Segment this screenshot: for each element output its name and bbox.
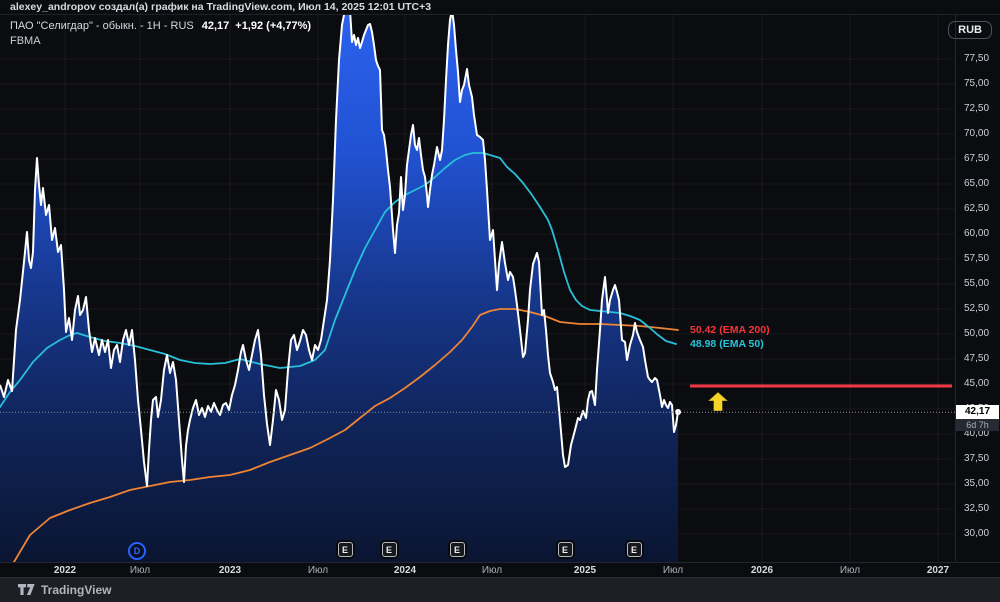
time-tick-month: Июл [307, 565, 329, 576]
price-axis[interactable]: 77,50 75,00 72,50 70,00 67,50 65,00 62,50 60,00… [955, 15, 1000, 562]
bar-countdown-label: 6d 7h [956, 419, 999, 432]
tradingview-chart-page: alexey_andropov создал(а) график на Trad… [0, 0, 1000, 602]
indicator-label[interactable]: FBMA [10, 35, 311, 47]
price-tick-label: 50,00 [964, 328, 990, 339]
earnings-marker[interactable]: E [381, 542, 397, 557]
currency-button[interactable]: RUB [948, 21, 992, 39]
price-tick-label: 37,50 [964, 453, 990, 464]
time-tick-year: 2023 [218, 565, 242, 576]
price-tick-label: 52,50 [964, 303, 990, 314]
price-tick-label: 70,00 [964, 128, 990, 139]
last-price-value: 42,17 [201, 20, 230, 32]
price-tick-label: 57,50 [964, 253, 990, 264]
time-tick-year: 2025 [573, 565, 597, 576]
price-tick-label: 62,50 [964, 203, 990, 214]
time-tick-year: 2024 [393, 565, 417, 576]
symbol-title[interactable]: ПАО "Селигдар" - обыкн. - 1H - RUS [10, 20, 194, 32]
legend: ПАО "Селигдар" - обыкн. - 1H - RUS 42,17 +… [10, 20, 311, 47]
time-tick-year: 2027 [926, 565, 950, 576]
price-tick-label: 67,50 [964, 153, 990, 164]
earnings-marker[interactable]: E [337, 542, 353, 557]
last-price-axis-label: 42,17 [956, 405, 999, 420]
price-tick-label: 32,50 [964, 503, 990, 514]
ema200-value-label: 50.42 (EMA 200) [690, 323, 770, 336]
price-tick-label: 30,00 [964, 528, 990, 539]
time-tick-month: Июл [129, 565, 151, 576]
arrow-up-drawing[interactable] [706, 391, 730, 412]
price-tick-label: 35,00 [964, 478, 990, 489]
time-axis[interactable]: 2022 Июл 2023 Июл 2024 Июл 2025 Июл 2026 Июл 2027 [0, 562, 1000, 578]
chart-canvas[interactable] [0, 0, 1000, 602]
time-tick-year: 2022 [53, 565, 77, 576]
area-fill [0, 15, 678, 562]
bottom-toolbar: TradingView [0, 577, 1000, 602]
tradingview-logo-icon[interactable] [18, 584, 35, 596]
time-tick-month: Июл [662, 565, 684, 576]
time-tick-month: Июл [481, 565, 503, 576]
time-tick-year: 2026 [750, 565, 774, 576]
ema50-value-label: 48.98 (EMA 50) [690, 338, 764, 351]
time-tick-month: Июл [839, 565, 861, 576]
price-tick-label: 60,00 [964, 228, 990, 239]
price-tick-label: 47,50 [964, 353, 990, 364]
earnings-marker[interactable]: E [557, 542, 573, 557]
event-markers-row: DEEEEE [0, 542, 1000, 560]
earnings-marker[interactable]: E [626, 542, 642, 557]
price-tick-label: 65,00 [964, 178, 990, 189]
dividend-marker[interactable]: D [128, 542, 146, 560]
price-tick-label: 77,50 [964, 53, 990, 64]
earnings-marker[interactable]: E [449, 542, 465, 557]
price-change: +1,92 (+4,77%) [235, 20, 312, 32]
price-tick-label: 55,00 [964, 278, 990, 289]
price-tick-label: 45,00 [964, 378, 990, 389]
tradingview-logo-text[interactable]: TradingView [41, 583, 111, 597]
price-tick-label: 75,00 [964, 78, 990, 89]
price-tick-label: 72,50 [964, 103, 990, 114]
